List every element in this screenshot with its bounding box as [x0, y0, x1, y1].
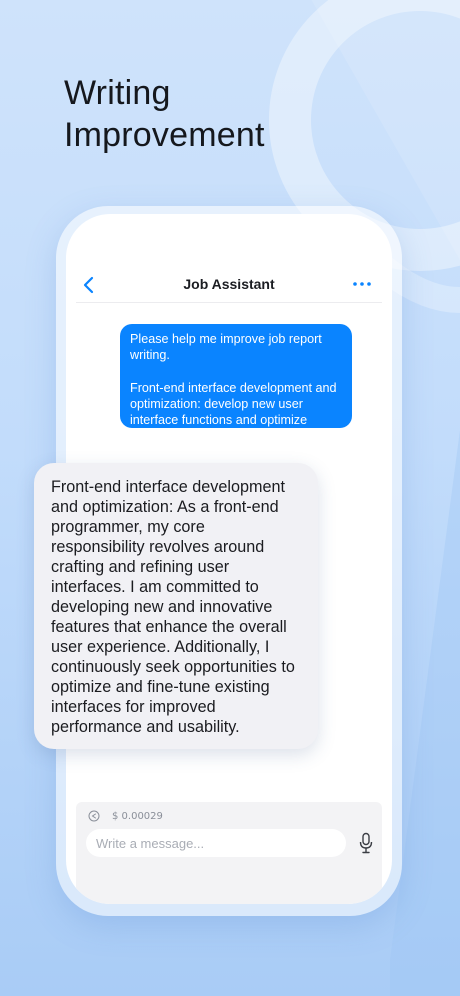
chat-header: Job Assistant	[66, 264, 392, 304]
promo-headline: Writing Improvement	[64, 72, 265, 156]
more-dots-icon	[353, 282, 371, 286]
cost-row: $ 0.00029	[88, 808, 163, 824]
microphone-button[interactable]	[358, 832, 374, 854]
headline-line-2: Improvement	[64, 116, 265, 154]
header-divider	[76, 302, 382, 303]
microphone-icon	[359, 832, 373, 854]
user-message-line-1: Please help me improve job report writin…	[130, 332, 322, 363]
cost-label: $ 0.00029	[112, 810, 163, 822]
chat-title: Job Assistant	[183, 276, 275, 292]
user-message-line-2: Front-end interface development and opti…	[130, 380, 337, 444]
message-composer: $ 0.00029	[76, 802, 382, 904]
user-message-bubble: Please help me improve job report writin…	[120, 324, 352, 443]
assistant-message-bubble: Front-end interface development and opti…	[34, 463, 318, 749]
cost-icon	[88, 810, 100, 822]
headline-line-1: Writing	[64, 74, 171, 112]
more-options-button[interactable]	[352, 276, 372, 292]
message-input[interactable]	[86, 829, 346, 857]
